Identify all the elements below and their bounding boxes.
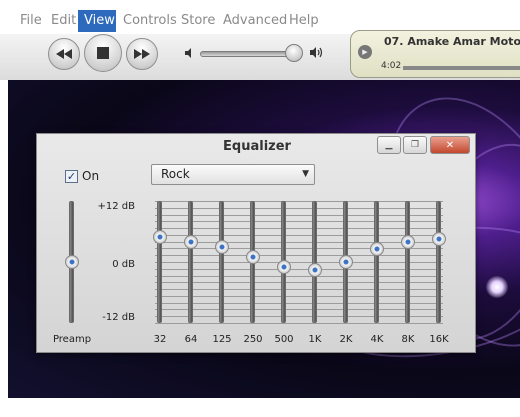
gridline: [155, 255, 443, 257]
band-slider-knob-16K[interactable]: [432, 232, 446, 247]
gridline: [155, 221, 443, 223]
preset-dropdown[interactable]: Rock ▼: [151, 164, 315, 185]
restore-icon: ❐: [410, 140, 420, 150]
menu-store[interactable]: Store: [175, 10, 221, 32]
menu-help[interactable]: Help: [283, 10, 325, 32]
menu-advanced[interactable]: Advanced: [217, 10, 293, 32]
elapsed-time: 4:02: [381, 61, 402, 71]
band-slider-knob-250[interactable]: [246, 249, 260, 264]
minimize-button[interactable]: ▁: [377, 136, 401, 154]
speaker-high-icon: [310, 47, 323, 58]
band-slider-knob-32[interactable]: [153, 229, 167, 244]
gridline: [155, 248, 443, 250]
gridline: [155, 323, 443, 324]
band-slider-track-8K[interactable]: [405, 201, 410, 323]
progress-bar[interactable]: [403, 66, 520, 70]
gridline: [155, 302, 443, 304]
db-zero-label: 0 dB: [112, 259, 135, 270]
gridline: [155, 295, 443, 297]
minimize-icon: ▁: [385, 140, 393, 150]
stop-icon: [97, 47, 109, 59]
preamp-slider-knob[interactable]: [65, 255, 79, 269]
band-slider-track-64[interactable]: [188, 201, 193, 323]
fast-forward-icon: [134, 49, 150, 59]
band-slider-knob-4K[interactable]: [370, 242, 384, 257]
band-slider-knob-125[interactable]: [215, 239, 229, 254]
gridline: [155, 309, 443, 311]
gridline: [155, 282, 443, 284]
band-label-16K: 16K: [429, 334, 449, 345]
chevron-down-icon: ▼: [302, 169, 309, 179]
stop-button[interactable]: [84, 34, 122, 72]
preset-value: Rock: [161, 167, 190, 181]
band-slider-knob-8K[interactable]: [401, 234, 415, 249]
close-button[interactable]: ✕: [430, 136, 470, 154]
on-checkbox[interactable]: ✓: [65, 170, 78, 183]
volume-knob[interactable]: [285, 44, 303, 62]
gridline: [155, 207, 443, 209]
gridline: [155, 289, 443, 291]
band-slider-knob-1K[interactable]: [308, 262, 322, 277]
menu-edit[interactable]: Edit: [45, 10, 82, 32]
track-title: 07. Amake Amar Moto: [384, 35, 520, 48]
rewind-icon: [56, 49, 72, 59]
db-min-label: -12 dB: [102, 312, 135, 323]
band-slider-knob-500[interactable]: [277, 260, 291, 275]
menu-controls[interactable]: Controls: [117, 10, 183, 32]
now-playing-display: ▶ 07. Amake Amar Moto 4:02: [350, 30, 520, 78]
band-slider-track-4K[interactable]: [374, 201, 379, 323]
gridline: [155, 262, 443, 263]
on-label: On: [82, 169, 100, 183]
gridline: [155, 275, 443, 277]
play-icon[interactable]: ▶: [358, 45, 372, 59]
restore-button[interactable]: ❐: [403, 136, 427, 154]
gridline: [155, 214, 443, 216]
gridline: [155, 241, 443, 243]
band-slider-track-125[interactable]: [219, 201, 224, 323]
preamp-label: Preamp: [52, 334, 92, 345]
light-flare: [486, 276, 508, 298]
gridline: [155, 268, 443, 270]
speaker-low-icon: [185, 48, 191, 58]
equalizer-window: Equalizer ▁ ❐ ✕ ✓ On Rock ▼ +12 dB 0 dB …: [36, 133, 476, 353]
menu-view[interactable]: View: [78, 10, 116, 32]
gridline: [155, 228, 443, 230]
next-button[interactable]: [126, 38, 158, 70]
gridline: [155, 201, 443, 202]
db-max-label: +12 dB: [97, 201, 136, 212]
band-slider-track-16K[interactable]: [436, 201, 441, 323]
checkmark-icon: ✓: [66, 170, 77, 183]
band-slider-track-32[interactable]: [157, 201, 162, 323]
gridline: [155, 316, 443, 318]
close-icon: ✕: [445, 139, 455, 151]
previous-button[interactable]: [48, 38, 80, 70]
band-slider-knob-2K[interactable]: [339, 255, 353, 269]
menu-file[interactable]: File: [14, 10, 48, 32]
band-slider-knob-64[interactable]: [184, 234, 198, 249]
app-window: File Edit View Controls Store Advanced H…: [0, 0, 520, 417]
gridline: [155, 234, 443, 236]
